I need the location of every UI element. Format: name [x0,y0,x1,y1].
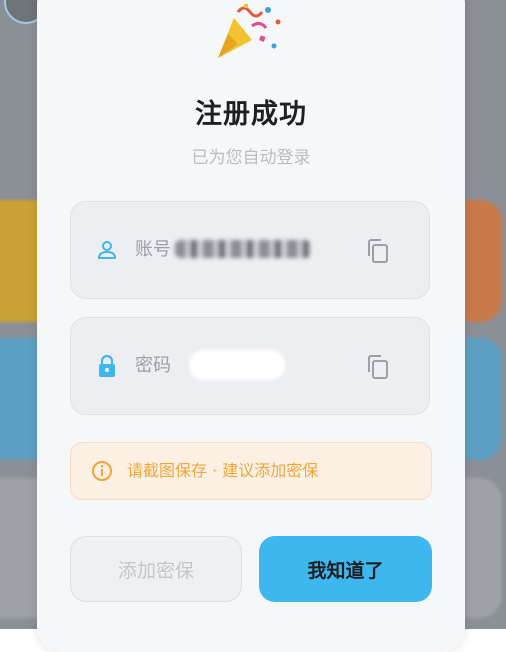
account-field: 账号 [70,201,430,299]
password-field: 密码 [70,317,430,415]
account-label: 账号 [135,239,171,260]
account-value [175,240,311,258]
copy-account-button[interactable] [366,238,390,264]
dialog-subtitle: 已为您自动登录 [191,148,311,168]
user-icon [98,241,116,259]
password-value [189,350,285,380]
copy-password-button[interactable] [366,354,390,380]
save-screenshot-notice: 请截图保存 · 建议添加密保 [70,442,432,500]
lock-icon [99,354,115,377]
party-popper-icon [218,4,281,58]
dialog-title: 注册成功 [195,99,307,130]
info-icon [92,461,112,481]
add-security-question-button[interactable]: 添加密保 [70,536,242,602]
got-it-button[interactable]: 我知道了 [259,536,432,602]
notice-text: 请截图保存 · 建议添加密保 [127,461,319,480]
password-label: 密码 [135,355,171,376]
